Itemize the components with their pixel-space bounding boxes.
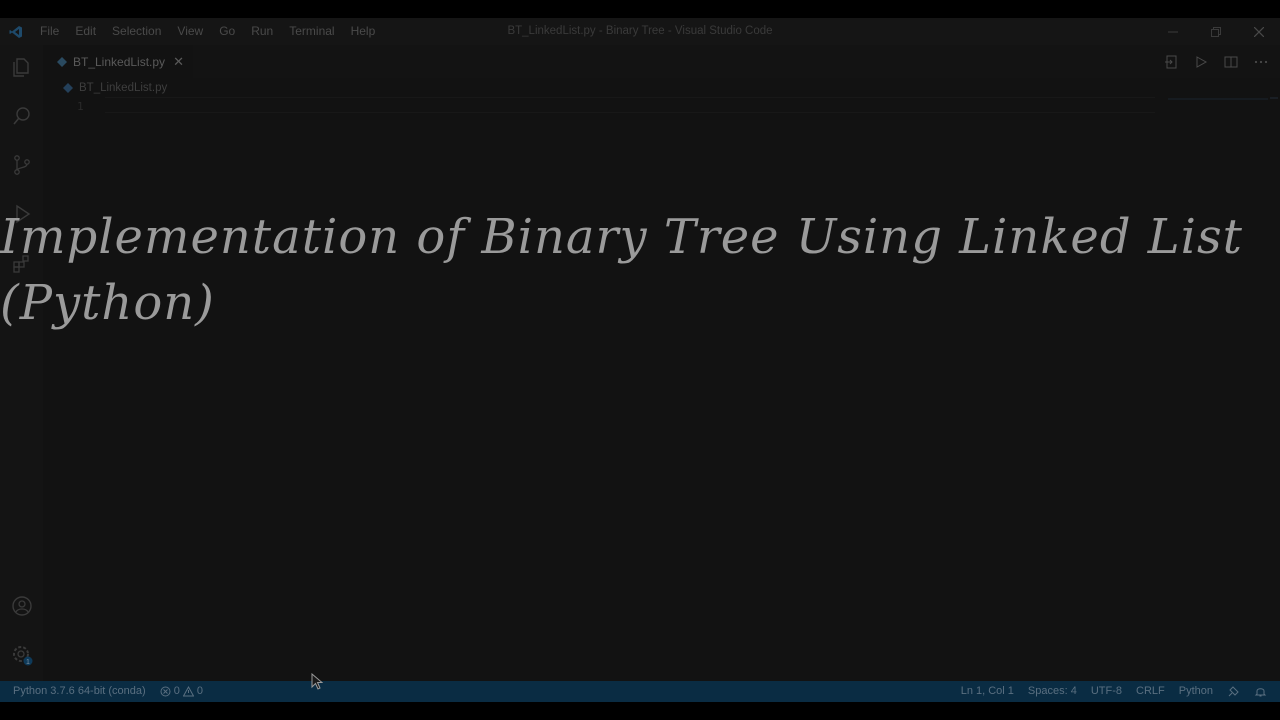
python-file-icon (57, 56, 67, 67)
status-bar-right: Ln 1, Col 1 Spaces: 4 UTF-8 CRLF Python (954, 681, 1274, 702)
menu-help[interactable]: Help (343, 18, 384, 45)
letterbox-top (0, 0, 1280, 18)
search-icon[interactable] (8, 102, 35, 129)
overlay-line-2: (Python) (0, 275, 215, 331)
more-actions-icon[interactable] (1252, 53, 1270, 71)
line-number: 1 (77, 100, 84, 113)
indentation[interactable]: Spaces: 4 (1021, 681, 1084, 702)
overlay-line-1: Implementation of Binary Tree Using Link… (0, 209, 1243, 265)
end-of-line[interactable]: CRLF (1129, 681, 1172, 702)
run-file-icon[interactable] (1192, 53, 1210, 71)
letterbox-bottom (0, 702, 1280, 720)
tab-bt-linkedlist[interactable]: BT_LinkedList.py ✕ (43, 45, 193, 78)
cursor-position[interactable]: Ln 1, Col 1 (954, 681, 1021, 702)
source-control-icon[interactable] (8, 151, 35, 178)
mouse-pointer-icon (311, 673, 323, 690)
status-bar-left: Python 3.7.6 64-bit (conda) 0 0 (6, 681, 210, 702)
warning-count: 0 (196, 685, 203, 697)
minimize-button[interactable] (1151, 18, 1194, 45)
menu-terminal[interactable]: Terminal (281, 18, 342, 45)
current-line-highlight (105, 97, 1155, 113)
vscode-window: File Edit Selection View Go Run Terminal… (0, 18, 1280, 702)
menu-selection[interactable]: Selection (104, 18, 169, 45)
python-file-icon (63, 83, 73, 93)
warning-icon (182, 686, 194, 697)
menu-file[interactable]: File (32, 18, 67, 45)
menu-view[interactable]: View (169, 18, 211, 45)
error-icon (160, 686, 171, 697)
editor-area: BT_LinkedList.py ✕ BT_LinkedList.py 1 (43, 45, 1280, 681)
language-mode[interactable]: Python (1172, 681, 1220, 702)
files-icon[interactable] (8, 53, 35, 80)
tab-label: BT_LinkedList.py (73, 54, 166, 69)
minimap (1168, 98, 1268, 100)
encoding[interactable]: UTF-8 (1084, 681, 1129, 702)
title-bar: File Edit Selection View Go Run Terminal… (0, 18, 1280, 45)
status-bar: Python 3.7.6 64-bit (conda) 0 0 Ln 1, Co… (0, 681, 1280, 702)
breadcrumb: BT_LinkedList.py (63, 81, 167, 95)
tab-close-icon[interactable]: ✕ (173, 54, 184, 70)
window-controls (1151, 18, 1280, 45)
error-count: 0 (173, 685, 180, 697)
notifications-bell-icon[interactable] (1247, 685, 1274, 698)
settings-badge: 1 (26, 659, 30, 666)
scrollbar-marker (1270, 97, 1278, 99)
menu-edit[interactable]: Edit (67, 18, 104, 45)
problems-indicator[interactable]: 0 0 (153, 681, 210, 702)
video-title-overlay: Implementation of Binary Tree Using Link… (0, 204, 1280, 336)
close-window-button[interactable] (1237, 18, 1280, 45)
split-editor-icon[interactable] (1222, 53, 1240, 71)
python-interpreter[interactable]: Python 3.7.6 64-bit (conda) (6, 681, 153, 702)
manage-gear-icon[interactable]: 1 (8, 641, 35, 668)
feedback-icon[interactable] (1220, 685, 1247, 698)
restore-button[interactable] (1194, 18, 1237, 45)
editor-actions (1162, 45, 1270, 78)
menu-bar: File Edit Selection View Go Run Terminal… (32, 18, 383, 45)
vscode-logo-icon (0, 18, 32, 45)
menu-go[interactable]: Go (211, 18, 243, 45)
breadcrumb-file[interactable]: BT_LinkedList.py (79, 82, 167, 94)
account-icon[interactable] (8, 592, 35, 619)
activity-bar: 1 (0, 45, 43, 681)
open-changes-icon[interactable] (1162, 53, 1180, 71)
menu-run[interactable]: Run (243, 18, 281, 45)
tab-bar: BT_LinkedList.py ✕ (43, 45, 1280, 78)
